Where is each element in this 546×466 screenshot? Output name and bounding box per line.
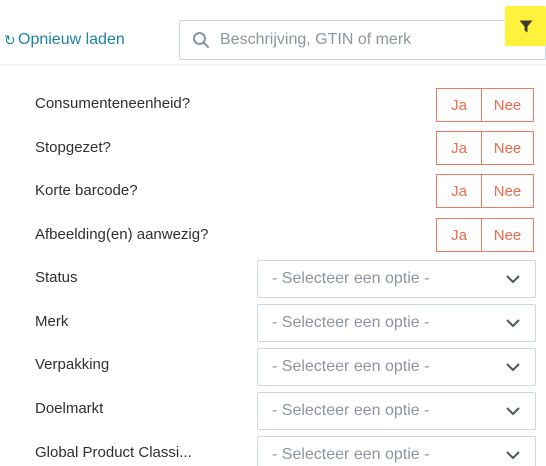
brand-select[interactable]: - Selecteer een optie -	[257, 304, 536, 342]
chevron-down-icon	[506, 275, 520, 284]
select-placeholder: - Selecteer een optie -	[272, 402, 430, 419]
chevron-down-icon	[506, 451, 520, 460]
no-option[interactable]: Nee	[481, 132, 533, 164]
chevron-down-icon	[506, 319, 520, 328]
select-placeholder: - Selecteer een optie -	[272, 314, 430, 331]
search-input[interactable]	[220, 27, 500, 53]
toggle-label-images-present: Afbeelding(en) aanwezig?	[35, 226, 209, 243]
select-placeholder: - Selecteer een optie -	[272, 446, 430, 463]
toggle-label-discontinued: Stopgezet?	[35, 139, 111, 156]
no-option[interactable]: Nee	[481, 89, 533, 121]
toggle-discontinued: Ja Nee	[436, 131, 534, 165]
yes-option[interactable]: Ja	[437, 175, 481, 207]
yes-option[interactable]: Ja	[437, 219, 481, 251]
select-placeholder: - Selecteer een optie -	[272, 270, 430, 287]
select-label-packaging: Verpakking	[35, 356, 110, 373]
select-label-gpc: Global Product Classi...	[35, 444, 192, 461]
yes-option[interactable]: Ja	[437, 89, 481, 121]
toggle-short-barcode: Ja Nee	[436, 174, 534, 208]
reload-icon: ↻	[4, 33, 14, 47]
status-select[interactable]: - Selecteer een optie -	[257, 260, 536, 298]
reload-button[interactable]: ↻ Opnieuw laden	[4, 26, 125, 54]
toggle-images-present: Ja Nee	[436, 218, 534, 252]
search-box[interactable]	[179, 20, 546, 60]
gpc-select[interactable]: - Selecteer een optie -	[257, 436, 536, 466]
packaging-select[interactable]: - Selecteer een optie -	[257, 348, 536, 386]
select-label-status: Status	[35, 269, 78, 286]
toggle-consumer-unit: Ja Nee	[436, 88, 534, 122]
chevron-down-icon	[506, 363, 520, 372]
filter-button[interactable]	[505, 6, 546, 46]
toggle-label-short-barcode: Korte barcode?	[35, 182, 138, 199]
target-market-select[interactable]: - Selecteer een optie -	[257, 392, 536, 430]
select-label-target-market: Doelmarkt	[35, 400, 104, 417]
toolbar-divider	[0, 64, 546, 65]
chevron-down-icon	[506, 407, 520, 416]
filter-panel: ↻ Opnieuw laden Consumenteneenheid? Ja N…	[0, 0, 546, 466]
select-placeholder: - Selecteer een optie -	[272, 358, 430, 375]
yes-option[interactable]: Ja	[437, 132, 481, 164]
filter-icon	[519, 20, 532, 32]
reload-label: Opnieuw laden	[18, 31, 125, 48]
select-label-brand: Merk	[35, 313, 69, 330]
no-option[interactable]: Nee	[481, 219, 533, 251]
no-option[interactable]: Nee	[481, 175, 533, 207]
search-icon	[193, 32, 210, 49]
toggle-label-consumer-unit: Consumenteneenheid?	[35, 95, 191, 112]
